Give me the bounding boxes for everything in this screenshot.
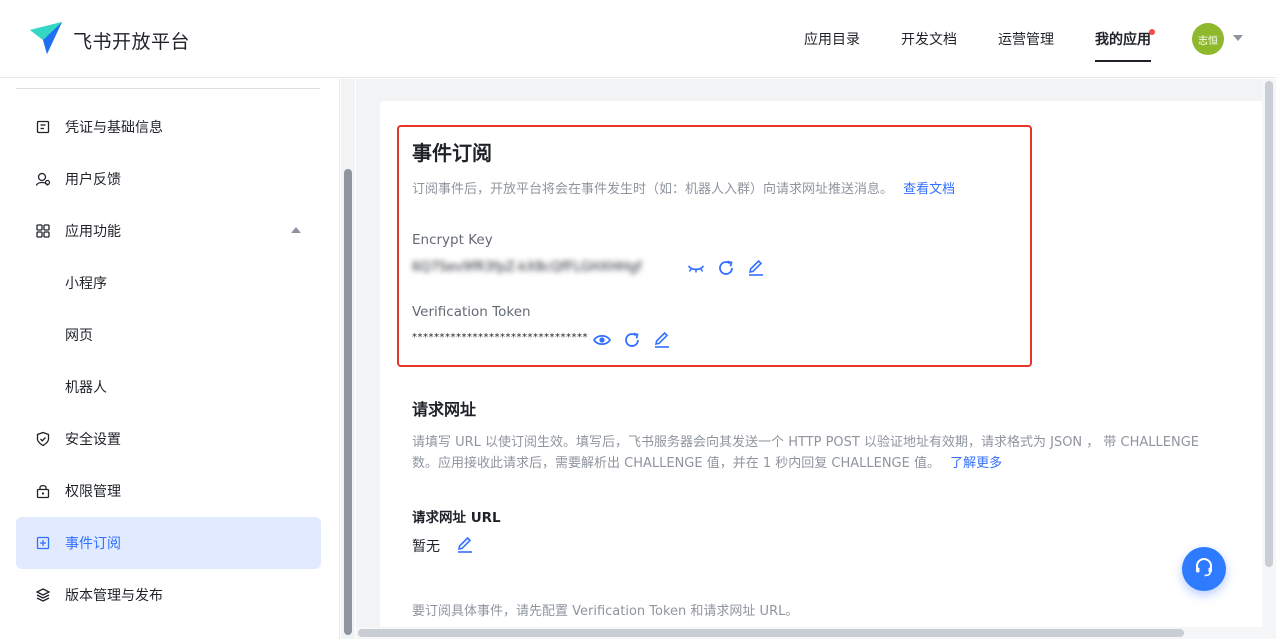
chevron-down-icon[interactable]: [1233, 35, 1243, 41]
sidebar-item-label: 凭证与基础信息: [65, 120, 163, 136]
edit-icon[interactable]: [746, 258, 766, 278]
sidebar-item-label: 用户反馈: [65, 172, 121, 188]
sidebar-scrollbar-thumb[interactable]: [344, 169, 352, 635]
view-docs-link[interactable]: 查看文档: [903, 182, 955, 197]
sidebar-item-security[interactable]: 安全设置: [16, 413, 321, 465]
sidebar-item-credentials[interactable]: 凭证与基础信息: [16, 101, 321, 153]
request-url-label: 请求网址 URL: [412, 510, 501, 526]
notification-dot: [1149, 29, 1155, 35]
sidebar-item-event-subscription[interactable]: 事件订阅: [16, 517, 321, 569]
sidebar-item-label: 权限管理: [65, 484, 121, 500]
sidebar-item-bot[interactable]: 机器人: [16, 361, 321, 413]
content-scrollbar[interactable]: [1262, 79, 1276, 639]
feishu-logo-icon: [28, 20, 64, 60]
brand-logo[interactable]: 飞书开放平台: [28, 20, 190, 60]
sidebar-item-app-features[interactable]: 应用功能: [16, 205, 321, 257]
sidebar-item-version-release[interactable]: 版本管理与发布: [16, 569, 321, 621]
description-text: 数。应用接收此请求后，需要解析出 CHALLENGE 值，并在 1 秒内回复 C…: [412, 456, 940, 471]
refresh-icon[interactable]: [716, 258, 736, 278]
sidebar-item-mini-program[interactable]: 小程序: [16, 257, 321, 309]
footer-note: 要订阅具体事件，请先配置 Verification Token 和请求网址 UR…: [412, 604, 799, 619]
sidebar-item-label: 机器人: [65, 380, 107, 396]
nav-dev-docs[interactable]: 开发文档: [901, 0, 957, 78]
user-feedback-icon: [35, 171, 51, 187]
sidebar-scrollbar[interactable]: [341, 79, 355, 639]
event-subscription-description: 订阅事件后，开放平台将会在事件发生时（如：机器人入群）向请求网址推送消息。 查看…: [412, 178, 955, 197]
shield-icon: [35, 431, 51, 447]
sidebar-item-web-page[interactable]: 网页: [16, 309, 321, 361]
avatar[interactable]: 志恒: [1192, 23, 1224, 55]
sidebar-item-permissions[interactable]: 权限管理: [16, 465, 321, 517]
section-title-request-url: 请求网址: [412, 400, 477, 419]
horizontal-scrollbar-thumb[interactable]: [358, 629, 1184, 637]
nav-my-apps-label: 我的应用: [1095, 32, 1151, 48]
layers-icon: [35, 587, 51, 603]
request-url-description-line1: 请填写 URL 以使订阅生效。填写后，飞书服务器会向其发送一个 HTTP POS…: [412, 435, 1200, 450]
chevron-up-icon[interactable]: [291, 227, 301, 233]
brand-name: 飞书开放平台: [73, 30, 191, 53]
eye-icon[interactable]: [592, 330, 612, 350]
eye-closed-icon[interactable]: [686, 258, 706, 278]
sidebar-item-label: 版本管理与发布: [65, 588, 163, 604]
sidebar-item-user-feedback[interactable]: 用户反馈: [16, 153, 321, 205]
request-url-description-line2: 数。应用接收此请求后，需要解析出 CHALLENGE 值，并在 1 秒内回复 C…: [412, 452, 1002, 471]
encrypt-key-value: 6Q7Sev9fR3fpZ-kX8cQfFLGHXHHgf: [412, 260, 642, 275]
verification-token-value: ********************************: [412, 332, 588, 343]
horizontal-scrollbar[interactable]: [356, 627, 1262, 639]
lock-icon: [35, 483, 51, 499]
verification-token-label: Verification Token: [412, 304, 531, 320]
description-text: 订阅事件后，开放平台将会在事件发生时（如：机器人入群）向请求网址推送消息。: [412, 182, 894, 197]
sidebar-item-label: 应用功能: [65, 224, 121, 240]
nav-app-directory[interactable]: 应用目录: [804, 0, 860, 78]
support-button[interactable]: [1182, 547, 1226, 591]
request-url-value: 暂无: [412, 539, 440, 555]
learn-more-link[interactable]: 了解更多: [950, 456, 1002, 471]
event-subscribe-icon: [35, 535, 51, 551]
top-header: 飞书开放平台 应用目录 开发文档 运营管理 我的应用 志恒: [0, 0, 1276, 78]
refresh-icon[interactable]: [622, 330, 642, 350]
section-title-event-subscription: 事件订阅: [412, 141, 492, 165]
content-scrollbar-thumb[interactable]: [1265, 81, 1273, 567]
edit-icon[interactable]: [455, 535, 475, 555]
sidebar-item-label: 网页: [65, 328, 93, 344]
sidebar-item-label: 事件订阅: [65, 536, 121, 552]
credential-icon: [35, 119, 51, 135]
nav-operations[interactable]: 运营管理: [998, 0, 1054, 78]
sidebar: 凭证与基础信息 用户反馈 应用功能 小程序 网页 机器人 安全设置 权限管理 事…: [0, 79, 340, 639]
sidebar-divider: [16, 88, 320, 89]
sidebar-item-label: 安全设置: [65, 432, 121, 448]
encrypt-key-label: Encrypt Key: [412, 232, 493, 248]
sidebar-item-label: 小程序: [65, 276, 107, 292]
nav-my-apps[interactable]: 我的应用: [1095, 0, 1155, 78]
headset-icon: [1193, 556, 1215, 582]
grid-icon: [35, 223, 51, 239]
edit-icon[interactable]: [652, 330, 672, 350]
